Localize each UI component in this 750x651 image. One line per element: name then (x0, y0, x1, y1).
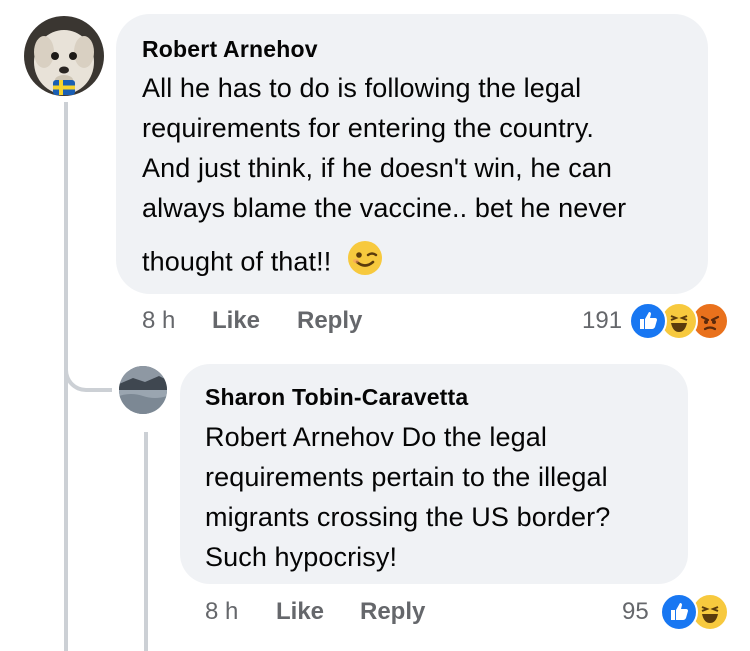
comment-text-line: always blame the vaccine.. bet he never (142, 193, 627, 223)
comment-text-line-last: thought of that!! (142, 240, 702, 287)
comment-text-line: requirements for entering the country. (142, 113, 595, 143)
reply-author[interactable]: Sharon Tobin-Caravetta (205, 384, 468, 411)
comment-reaction-count[interactable]: 191 (582, 307, 622, 335)
like-reaction-icon (660, 593, 698, 631)
thread-line-reply (144, 432, 148, 651)
thread-line-branch (64, 340, 112, 392)
comment-timestamp[interactable]: 8 h (142, 307, 175, 335)
winking-face-emoji-icon (347, 240, 383, 287)
reply-reply-button[interactable]: Reply (360, 598, 425, 626)
landscape-photo-icon (119, 366, 167, 414)
comment-like-button[interactable]: Like (212, 307, 260, 335)
comment-reply-button[interactable]: Reply (297, 307, 362, 335)
comment-text-line: thought of that!! (142, 246, 332, 277)
comment-author[interactable]: Robert Arnehov (142, 36, 318, 63)
sweden-flag-icon (53, 80, 75, 95)
comment-text: All he has to do is following the legal … (142, 68, 702, 287)
reply-text-line: requirements pertain to the illegal (205, 462, 608, 492)
like-reaction-icon (629, 302, 667, 340)
comment-text-line: And just think, if he doesn't win, he ca… (142, 153, 613, 183)
reply-reaction-count[interactable]: 95 (622, 598, 649, 626)
reply-text-line: migrants crossing the US border? (205, 502, 611, 532)
reply-text-line: Robert Arnehov Do the legal (205, 422, 547, 452)
reply-text-line: Such hypocrisy! (205, 542, 398, 572)
comment-text-line: All he has to do is following the legal (142, 73, 582, 103)
avatar-sharon[interactable] (119, 366, 167, 414)
reply-text: Robert Arnehov Do the legal requirements… (205, 417, 685, 577)
reply-timestamp[interactable]: 8 h (205, 598, 238, 626)
reply-like-button[interactable]: Like (276, 598, 324, 626)
